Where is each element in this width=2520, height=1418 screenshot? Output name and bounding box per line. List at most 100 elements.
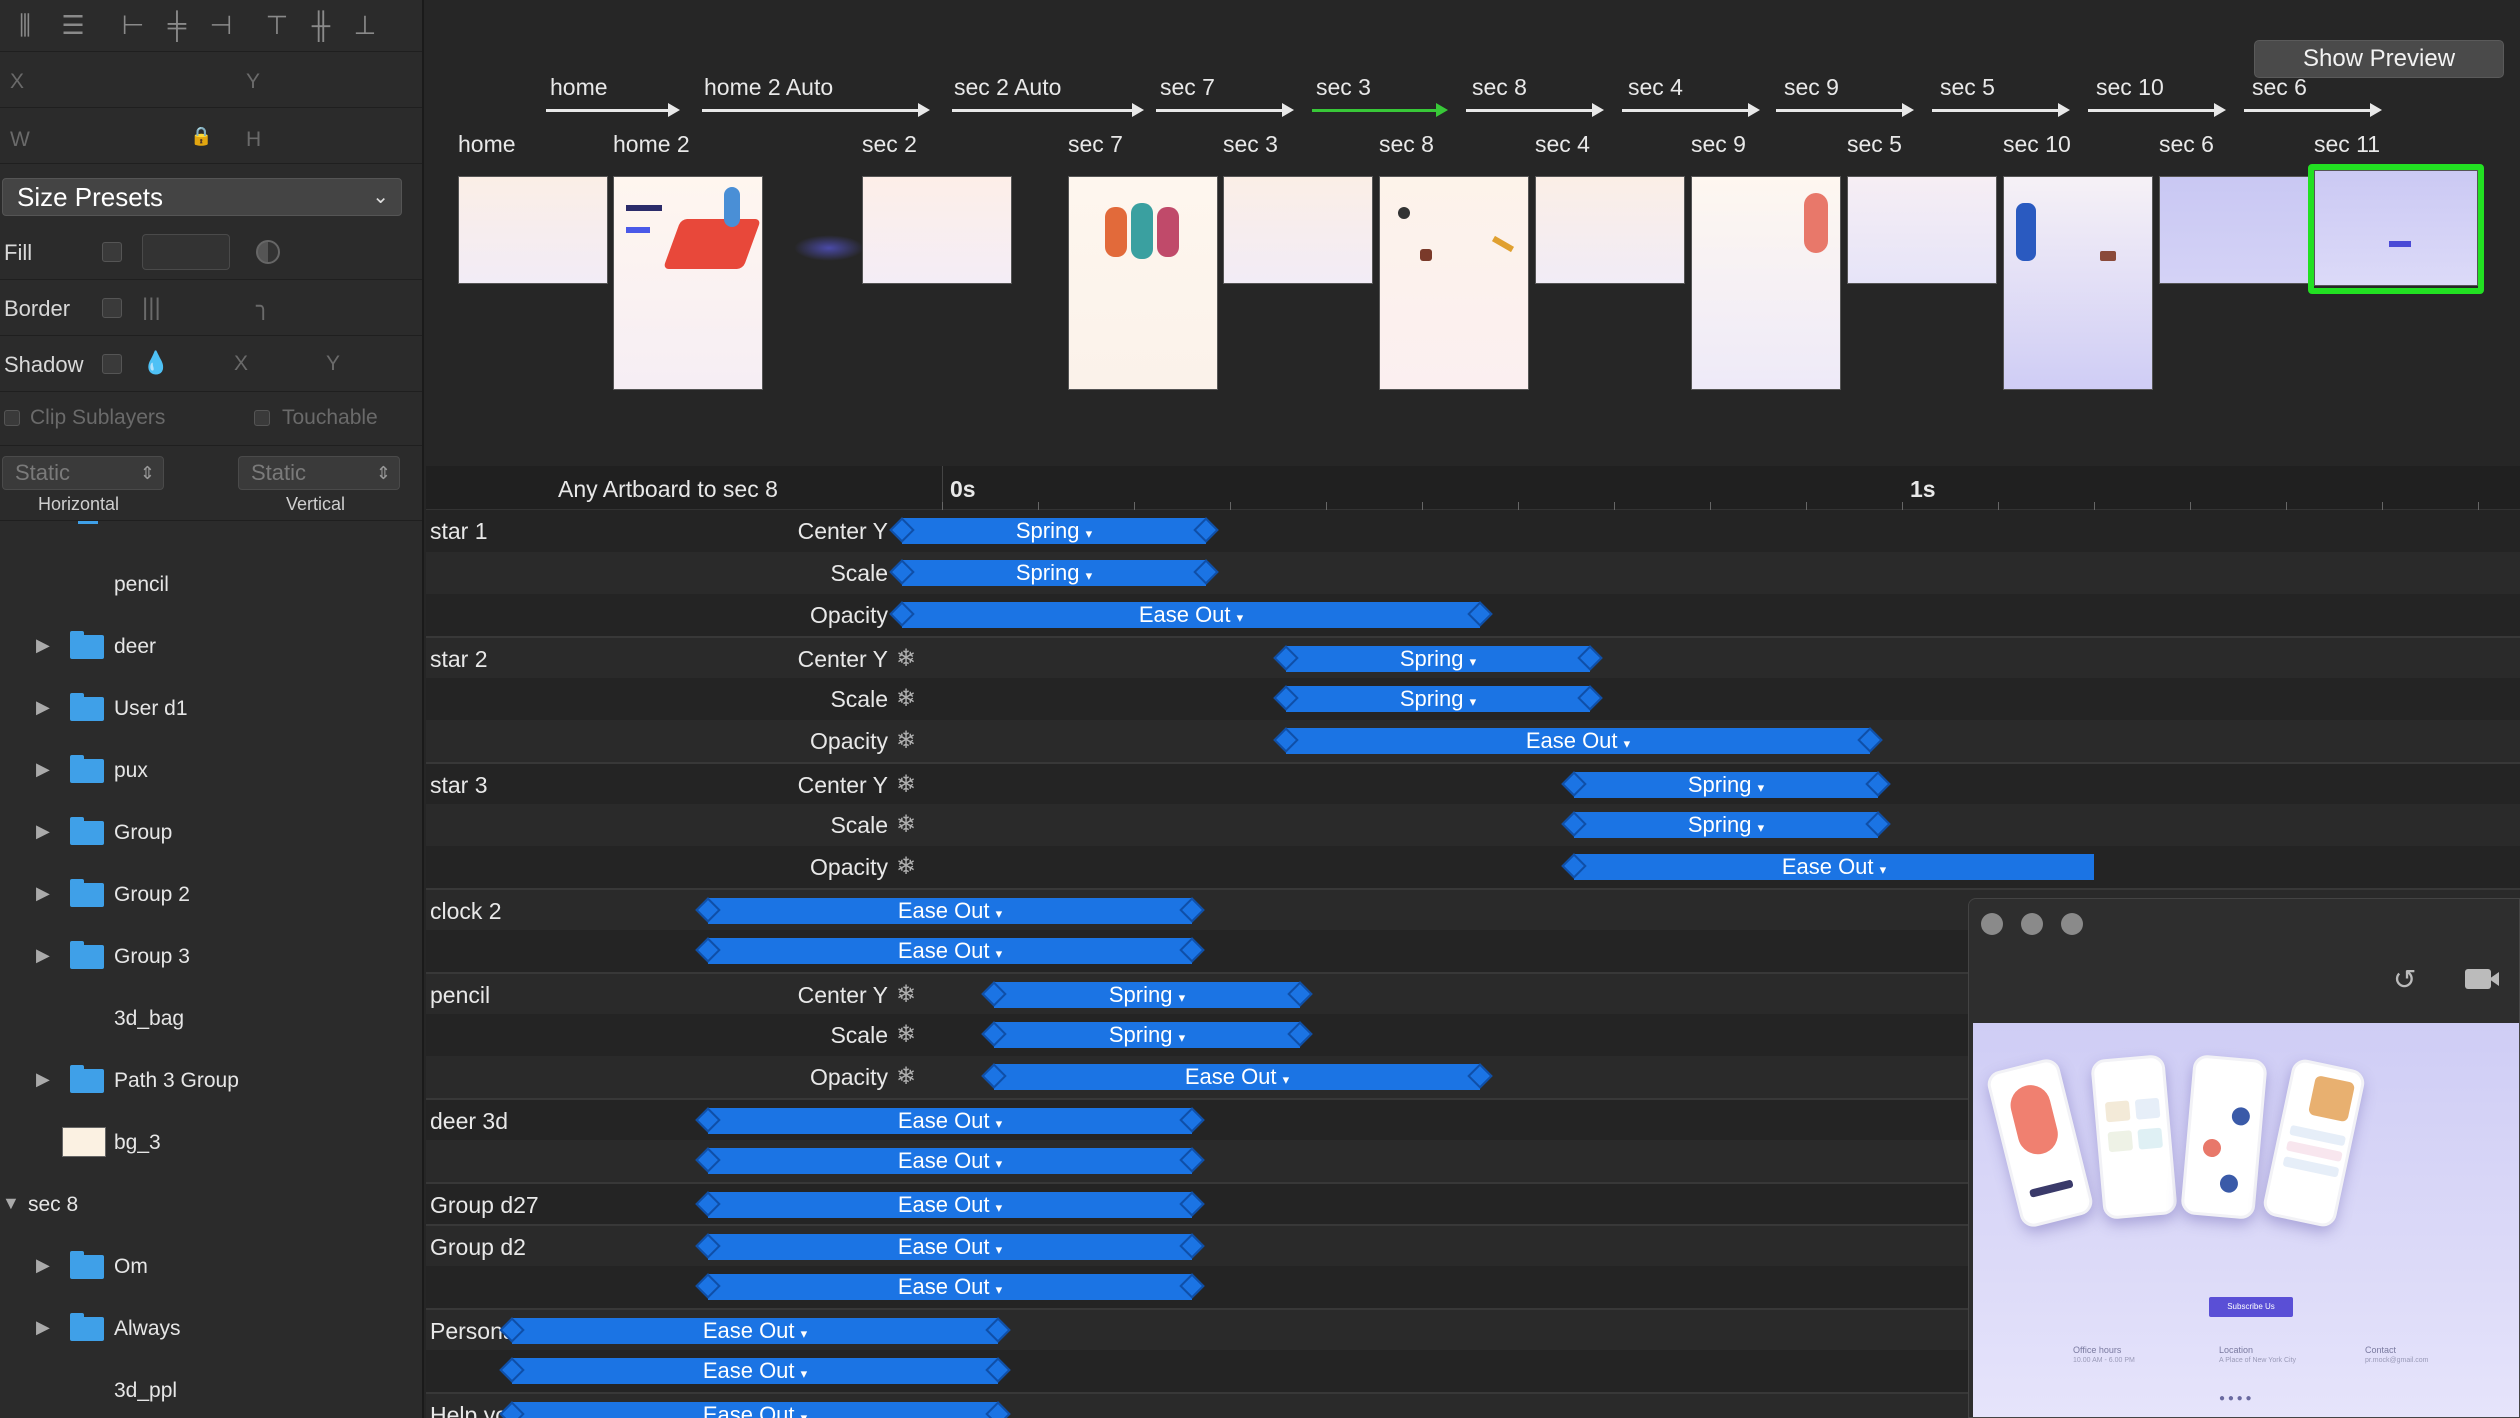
end-keyframe-handle[interactable] <box>1865 811 1891 837</box>
transition-arrow[interactable] <box>702 103 930 117</box>
start-keyframe-handle[interactable] <box>981 1063 1007 1089</box>
end-keyframe-handle[interactable] <box>1577 645 1603 671</box>
end-keyframe-handle[interactable] <box>1179 1107 1205 1133</box>
transition-label[interactable]: sec 10 <box>2096 74 2164 101</box>
start-keyframe-handle[interactable] <box>981 1021 1007 1047</box>
start-keyframe-handle[interactable] <box>981 981 1007 1007</box>
shadow-y-label[interactable]: Y <box>326 352 340 376</box>
animation-bar[interactable]: Spring ▾ <box>1561 811 1891 838</box>
artboard-label[interactable]: sec 9 <box>1691 131 1746 158</box>
artboard-label[interactable]: sec 7 <box>1068 131 1123 158</box>
start-keyframe-handle[interactable] <box>889 601 915 627</box>
touchable-checkbox[interactable] <box>254 410 270 426</box>
artboard-thumb-sec-3[interactable] <box>1223 176 1373 284</box>
transition-arrow[interactable] <box>2244 103 2382 117</box>
layer-item[interactable]: 3d_bag <box>0 999 422 1039</box>
artboard-thumb-sec-4[interactable] <box>1535 176 1685 284</box>
property-name[interactable]: Center Y <box>426 518 888 545</box>
snowflake-icon[interactable]: ❄ <box>896 980 916 1009</box>
easing-label[interactable]: Ease Out ▾ <box>898 1108 1002 1133</box>
layer-item[interactable]: ▶ Path 3 Group <box>0 1061 422 1101</box>
layer-item[interactable]: ▶ Group 2 <box>0 875 422 915</box>
transition-arrow[interactable] <box>952 103 1144 117</box>
transition-label[interactable]: sec 4 <box>1628 74 1683 101</box>
border-checkbox[interactable] <box>102 298 122 318</box>
zoom-window-button[interactable] <box>2061 913 2083 935</box>
preview-canvas[interactable]: Subscribe Us Office hours 10.00 AM - 6.0… <box>1973 1023 2519 1417</box>
align-right-icon[interactable]: ⊣ <box>204 10 238 40</box>
easing-label[interactable]: Ease Out ▾ <box>898 1274 1002 1299</box>
show-preview-button[interactable]: Show Preview <box>2254 40 2504 78</box>
artboard-label[interactable]: sec 6 <box>2159 131 2214 158</box>
animation-bar[interactable]: Spring ▾ <box>1561 771 1891 798</box>
transition-label[interactable]: sec 7 <box>1160 74 1215 101</box>
shadow-blur-icon[interactable]: 💧 <box>142 350 169 376</box>
end-keyframe-handle[interactable] <box>1287 981 1313 1007</box>
animation-bar[interactable]: Spring ▾ <box>1273 645 1603 672</box>
animation-bar[interactable]: Ease Out ▾ <box>499 1401 1011 1418</box>
end-keyframe-handle[interactable] <box>1179 897 1205 923</box>
easing-label[interactable]: Spring ▾ <box>1109 982 1185 1007</box>
minimize-window-button[interactable] <box>2021 913 2043 935</box>
artboard-label[interactable]: sec 10 <box>2003 131 2071 158</box>
property-name[interactable]: Scale <box>426 1022 888 1049</box>
snowflake-icon[interactable]: ❄ <box>896 852 916 881</box>
easing-label[interactable]: Ease Out ▾ <box>1526 728 1630 753</box>
end-keyframe-handle[interactable] <box>1179 1147 1205 1173</box>
animation-bar[interactable]: Ease Out ▾ <box>499 1317 1011 1344</box>
easing-label[interactable]: Ease Out ▾ <box>898 938 1002 963</box>
easing-label[interactable]: Spring ▾ <box>1016 560 1092 585</box>
animation-bar[interactable]: Ease Out ▾ <box>695 897 1205 924</box>
clip-sublayers-label[interactable]: Clip Sublayers <box>30 406 165 430</box>
lock-icon[interactable]: 🔒 <box>190 126 212 147</box>
layer-item[interactable]: 3d_ppl <box>0 1371 422 1411</box>
animation-bar[interactable]: Ease Out ▾ <box>889 601 1493 628</box>
animation-bar[interactable]: Ease Out ▾ <box>695 1107 1205 1134</box>
easing-label[interactable]: Ease Out ▾ <box>1782 854 1886 879</box>
property-name[interactable]: Opacity <box>426 602 888 629</box>
layer-item[interactable]: bg_3 <box>0 1123 422 1163</box>
easing-label[interactable]: Spring ▾ <box>1688 812 1764 837</box>
animation-bar[interactable]: Spring ▾ <box>981 1021 1313 1048</box>
align-left-icon[interactable]: ⊢ <box>116 10 150 40</box>
artboard-thumb-sec-6[interactable] <box>2159 176 2309 284</box>
artboard-label[interactable]: sec 2 <box>862 131 917 158</box>
close-window-button[interactable] <box>1981 913 2003 935</box>
record-video-icon[interactable] <box>2465 969 2499 989</box>
property-name[interactable]: Opacity <box>426 728 888 755</box>
property-name[interactable]: Center Y <box>426 646 888 673</box>
snowflake-icon[interactable]: ❄ <box>896 1020 916 1049</box>
easing-label[interactable]: Spring ▾ <box>1109 1022 1185 1047</box>
easing-label[interactable]: Ease Out ▾ <box>703 1402 807 1418</box>
easing-label[interactable]: Ease Out ▾ <box>898 1234 1002 1259</box>
transition-label[interactable]: home <box>550 74 608 101</box>
animation-bar[interactable]: Ease Out ▾ <box>695 1233 1205 1260</box>
animation-bar[interactable]: Ease Out ▾ <box>1561 853 2094 880</box>
easing-label[interactable]: Spring ▾ <box>1400 686 1476 711</box>
transition-label[interactable]: sec 2 Auto <box>954 74 1061 101</box>
animation-bar[interactable]: Ease Out ▾ <box>981 1063 1493 1090</box>
corner-radius-icon[interactable]: ╮ <box>256 292 270 321</box>
chevron-right-icon[interactable]: ▶ <box>36 945 50 966</box>
chevron-right-icon[interactable]: ▶ <box>36 697 50 718</box>
animation-bar[interactable]: Spring ▾ <box>889 517 1219 544</box>
border-width-icon[interactable]: ||| <box>142 294 161 322</box>
animation-bar[interactable]: Ease Out ▾ <box>695 1273 1205 1300</box>
shadow-x-label[interactable]: X <box>234 352 248 376</box>
easing-label[interactable]: Ease Out ▾ <box>1139 602 1243 627</box>
artboard-thumb-sec-8[interactable] <box>1379 176 1529 390</box>
end-keyframe-handle[interactable] <box>985 1317 1011 1343</box>
transition-arrow[interactable] <box>1156 103 1294 117</box>
end-keyframe-handle[interactable] <box>1287 1021 1313 1047</box>
layer-item[interactable]: ▼ sec 8 <box>0 1185 422 1225</box>
vertical-constraint-select[interactable]: Static ⇕ <box>238 456 400 490</box>
y-label[interactable]: Y <box>246 70 260 94</box>
end-keyframe-handle[interactable] <box>1467 601 1493 627</box>
end-keyframe-handle[interactable] <box>985 1401 1011 1418</box>
align-center-icon[interactable]: ╪ <box>160 10 194 40</box>
align-bottom-icon[interactable]: ⊥ <box>348 10 382 40</box>
animation-bar[interactable]: Spring ▾ <box>889 559 1219 586</box>
shadow-checkbox[interactable] <box>102 354 122 374</box>
horizontal-constraint-select[interactable]: Static ⇕ <box>2 456 164 490</box>
snowflake-icon[interactable]: ❄ <box>896 1062 916 1091</box>
